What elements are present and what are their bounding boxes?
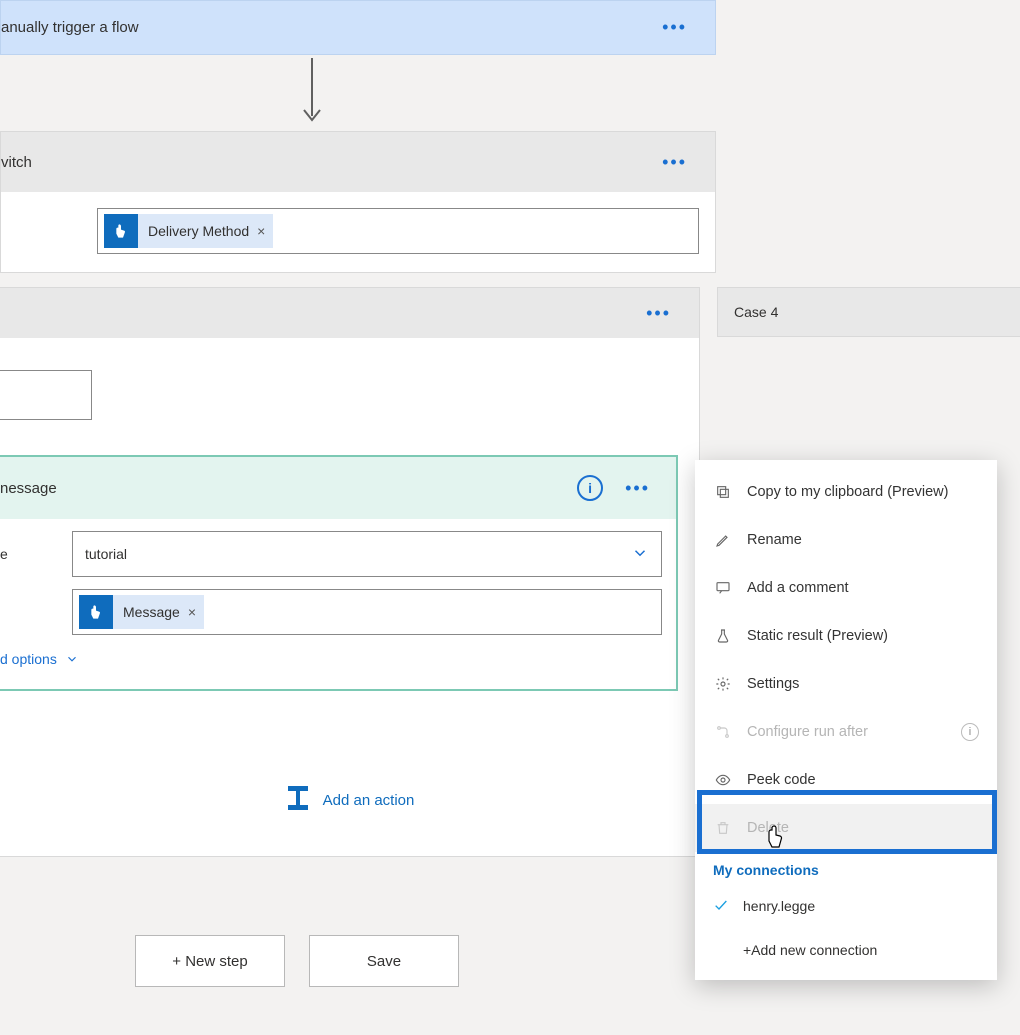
- menu-rename[interactable]: Rename: [695, 516, 997, 564]
- case4-header[interactable]: Case 4: [717, 287, 1020, 337]
- select-value: tutorial: [85, 546, 127, 562]
- menu-configure-run-after: Configure run after i: [695, 708, 997, 756]
- case-header[interactable]: •••: [0, 288, 699, 338]
- info-icon[interactable]: i: [577, 475, 603, 501]
- menu-copy[interactable]: Copy to my clipboard (Preview): [695, 468, 997, 516]
- switch-title: vitch: [1, 154, 32, 171]
- add-connection[interactable]: +Add new connection: [695, 928, 997, 972]
- pencil-icon: [713, 532, 733, 548]
- copy-icon: [713, 484, 733, 500]
- flask-icon: [713, 628, 733, 644]
- trigger-card[interactable]: anually trigger a flow •••: [0, 0, 716, 55]
- case4-title: Case 4: [734, 304, 778, 320]
- token-label: Message: [123, 604, 180, 620]
- context-menu: Copy to my clipboard (Preview) Rename Ad…: [695, 460, 997, 980]
- branch-icon: [713, 724, 733, 740]
- message-input[interactable]: Message ×: [72, 589, 662, 635]
- touch-icon: [104, 214, 138, 248]
- switch-input[interactable]: Delivery Method ×: [97, 208, 699, 254]
- message-title: nessage: [0, 480, 57, 497]
- advanced-options-toggle[interactable]: d options: [0, 647, 662, 673]
- case-more-icon[interactable]: •••: [638, 297, 679, 330]
- message-header[interactable]: nessage i •••: [0, 457, 676, 519]
- menu-delete[interactable]: Delete: [695, 804, 997, 852]
- switch-header[interactable]: vitch •••: [1, 132, 715, 192]
- case-value-input[interactable]: [0, 370, 92, 420]
- flow-arrow: [300, 58, 324, 128]
- token-label: Delivery Method: [148, 223, 249, 239]
- chevron-down-icon: [65, 652, 79, 666]
- menu-comment[interactable]: Add a comment: [695, 564, 997, 612]
- token-message[interactable]: Message ×: [79, 595, 204, 629]
- add-action-button[interactable]: Add an action: [0, 786, 699, 814]
- trash-icon: [713, 820, 733, 836]
- menu-settings[interactable]: Settings: [695, 660, 997, 708]
- menu-peek-code[interactable]: Peek code: [695, 756, 997, 804]
- message-action-card[interactable]: nessage i ••• e tutorial: [0, 455, 678, 691]
- new-step-button[interactable]: + New step: [135, 935, 285, 987]
- message-more-icon[interactable]: •••: [617, 472, 658, 505]
- connection-item[interactable]: henry.legge: [695, 884, 997, 928]
- info-icon: i: [961, 723, 979, 741]
- switch-card[interactable]: vitch ••• Delivery Method ×: [0, 131, 716, 273]
- switch-body: Delivery Method ×: [1, 192, 715, 272]
- menu-connections-header: My connections: [695, 852, 997, 884]
- trigger-more-icon[interactable]: •••: [654, 11, 695, 44]
- token-delivery-method[interactable]: Delivery Method ×: [104, 214, 273, 248]
- check-icon: [713, 897, 729, 916]
- token-remove-icon[interactable]: ×: [188, 604, 196, 620]
- save-button[interactable]: Save: [309, 935, 459, 987]
- channel-select[interactable]: tutorial: [72, 531, 662, 577]
- gear-icon: [713, 676, 733, 692]
- token-remove-icon[interactable]: ×: [257, 223, 265, 239]
- eye-icon: [713, 772, 733, 788]
- trigger-title: anually trigger a flow: [1, 19, 139, 36]
- menu-static-result[interactable]: Static result (Preview): [695, 612, 997, 660]
- footer-buttons: + New step Save: [135, 935, 459, 987]
- switch-more-icon[interactable]: •••: [654, 146, 695, 179]
- advanced-options-label: d options: [0, 651, 57, 667]
- add-action-label: Add an action: [323, 792, 415, 809]
- add-step-icon: [285, 786, 311, 814]
- case-card: ••• nessage i ••• e tutorial: [0, 287, 700, 857]
- message-body: e tutorial Message ×: [0, 519, 676, 689]
- field-label: e: [0, 546, 72, 562]
- touch-icon: [79, 595, 113, 629]
- comment-icon: [713, 580, 733, 596]
- chevron-down-icon: [631, 544, 649, 565]
